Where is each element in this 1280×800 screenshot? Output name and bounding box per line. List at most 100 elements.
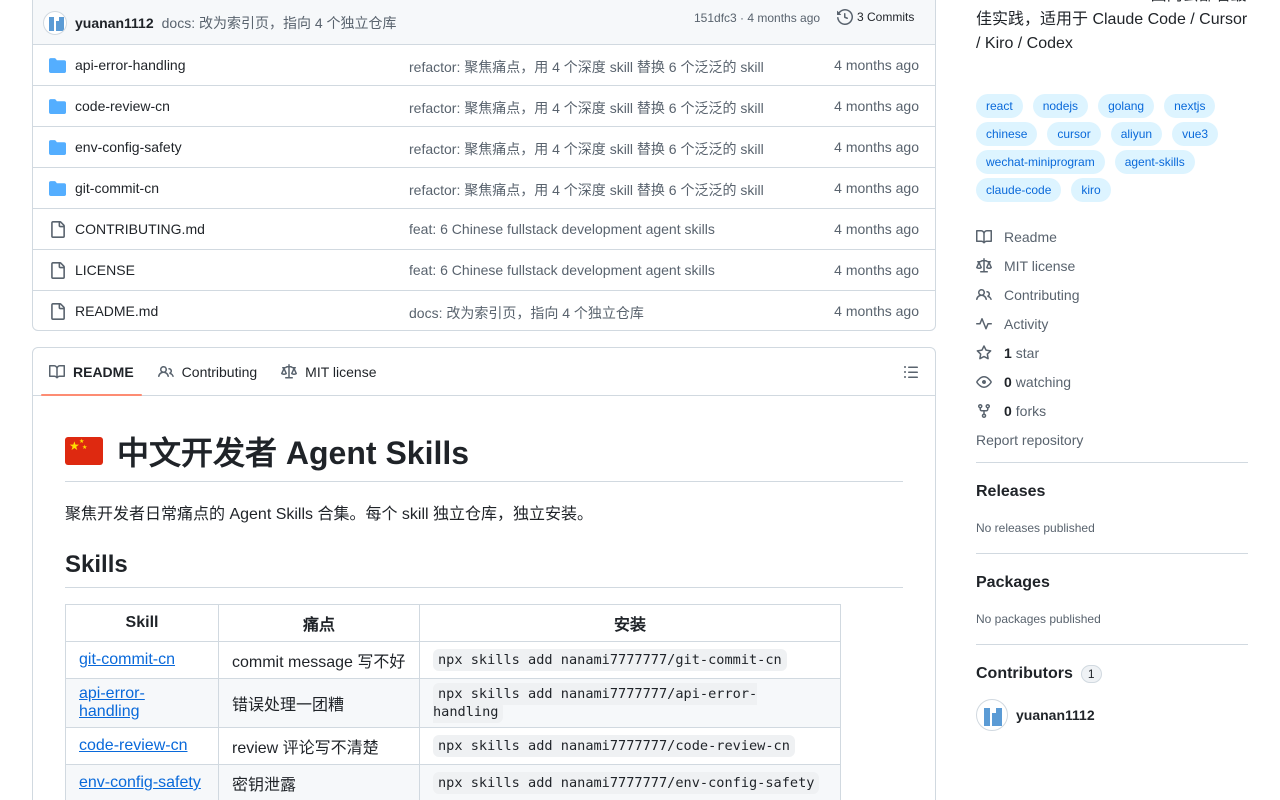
table-row: code-review-cn review 评论写不清楚 npx skills ad… [65, 727, 841, 765]
contributor-avatar[interactable] [976, 699, 1008, 731]
folder-icon [49, 139, 66, 156]
china-flag-icon: ★ ★ ★ [65, 437, 103, 465]
table-row: env-config-safety 密钥泄露 npx skills add nana… [65, 764, 841, 800]
skill-cell: api-error-handling [65, 678, 219, 728]
file-commit-message[interactable]: feat: 6 Chinese fullstack development ag… [409, 262, 715, 278]
tab-contributing[interactable]: Contributing [150, 348, 266, 395]
install-command[interactable]: npx skills add nanami7777777/api-error-h… [433, 683, 758, 723]
report-repository-link[interactable]: Report repository [976, 425, 1248, 454]
file-commit-message[interactable]: refactor: 聚焦痛点，用 4 个深度 skill 替换 6 个泛泛的 s… [409, 98, 764, 118]
file-commit-message[interactable]: docs: 改为索引页，指向 4 个独立仓库 [409, 303, 644, 323]
readme-title-text: 中文开发者 Agent Skills [117, 435, 470, 471]
book-icon [976, 229, 992, 245]
file-name[interactable]: LICENSE [75, 262, 135, 278]
law-icon [976, 257, 992, 274]
file-name[interactable]: env-config-safety [75, 139, 182, 155]
tab-readme-label: README [73, 363, 134, 380]
file-row[interactable]: api-error-handling refactor: 聚焦痛点，用 4 个深度… [33, 45, 935, 86]
topic-tag[interactable]: react [976, 94, 1023, 118]
commits-count-label: 3 Commits [857, 10, 915, 24]
file-commit-message[interactable]: feat: 6 Chinese fullstack development ag… [409, 221, 715, 237]
tab-readme[interactable]: README [41, 348, 142, 396]
folder-icon [49, 98, 66, 115]
star-icon [976, 344, 992, 361]
file-name[interactable]: README.md [75, 303, 158, 319]
install-cell: npx skills add nanami7777777/git-commit-… [419, 641, 841, 679]
commit-meta[interactable]: 151dfc3 · 4 months ago [694, 11, 820, 25]
topic-tag[interactable]: cursor [1047, 122, 1101, 146]
skill-cell: env-config-safety [65, 764, 219, 800]
folder-icon [49, 180, 66, 197]
stars-link[interactable]: 1 star [976, 338, 1248, 367]
topic-tag[interactable]: claude-code [976, 178, 1062, 202]
contributors-heading[interactable]: Contributors 1 [976, 665, 1248, 683]
stars-count: 1 [1004, 344, 1012, 361]
law-icon [281, 363, 298, 378]
skill-cell: code-review-cn [65, 727, 219, 765]
activity-link-label: Activity [1004, 315, 1049, 332]
file-row[interactable]: CONTRIBUTING.md feat: 6 Chinese fullstack… [33, 209, 935, 250]
file-commit-message[interactable]: refactor: 聚焦痛点，用 4 个深度 skill 替换 6 个泛泛的 s… [409, 57, 764, 77]
topic-tag[interactable]: kiro [1071, 178, 1111, 202]
topic-tag[interactable]: aliyun [1110, 122, 1163, 146]
contributor-name[interactable]: yuanan1112 [1016, 707, 1095, 723]
topic-tag[interactable]: chinese [976, 122, 1038, 146]
releases-section: Releases No releases published [976, 462, 1248, 553]
file-row[interactable]: git-commit-cn refactor: 聚焦痛点，用 4 个深度 skil… [33, 168, 935, 209]
file-row[interactable]: env-config-safety refactor: 聚焦痛点，用 4 个深度 … [33, 127, 935, 168]
skill-link[interactable]: env-config-safety [79, 774, 201, 791]
file-commit-time: 4 months ago [834, 221, 919, 237]
readme-content: ★ ★ ★ 中文开发者 Agent Skills 聚焦开发者日常痛点的 Agent … [33, 428, 935, 800]
topic-tag[interactable]: nextjs [1164, 94, 1216, 118]
install-command[interactable]: npx skills add nanami7777777/git-commit-… [433, 649, 787, 671]
license-link-label: MIT license [1004, 257, 1076, 274]
license-link[interactable]: MIT license [976, 251, 1248, 280]
contributing-link-label: Contributing [1004, 286, 1080, 303]
topic-tag[interactable]: wechat-miniprogram [976, 150, 1105, 174]
table-header-pain: 痛点 [218, 604, 420, 642]
file-commit-message[interactable]: refactor: 聚焦痛点，用 4 个深度 skill 替换 6 个泛泛的 s… [409, 180, 764, 200]
table-row: git-commit-cn commit message 写不好 npx skill… [65, 641, 841, 679]
contributor-item[interactable]: yuanan1112 [976, 699, 1248, 731]
topic-tag[interactable]: agent-skills [1114, 150, 1195, 174]
file-commit-time: 4 months ago [834, 98, 919, 114]
install-command[interactable]: npx skills add nanami7777777/code-review… [433, 735, 795, 757]
skills-table: Skill 痛点 安装 git-commit-cn commit message … [65, 604, 841, 800]
file-name[interactable]: git-commit-cn [75, 180, 159, 196]
file-commit-time: 4 months ago [834, 139, 919, 155]
packages-heading[interactable]: Packages [976, 574, 1248, 592]
skill-link[interactable]: git-commit-cn [79, 651, 175, 668]
skill-link[interactable]: code-review-cn [79, 737, 187, 754]
commits-link[interactable]: 3 Commits [837, 9, 914, 25]
commit-author[interactable]: yuanan1112 [75, 15, 154, 31]
readme-title: ★ ★ ★ 中文开发者 Agent Skills [65, 428, 903, 482]
tab-license[interactable]: MIT license [273, 348, 384, 395]
pain-cell: 密钥泄露 [218, 764, 420, 800]
file-name[interactable]: CONTRIBUTING.md [75, 221, 205, 237]
activity-link[interactable]: Activity [976, 309, 1248, 338]
install-command[interactable]: npx skills add nanami7777777/env-config-… [433, 772, 820, 794]
install-cell: npx skills add nanami7777777/code-review… [419, 727, 841, 765]
topic-tag[interactable]: nodejs [1032, 94, 1089, 118]
file-commit-time: 4 months ago [834, 303, 919, 319]
author-avatar[interactable] [43, 10, 67, 35]
watchers-link[interactable]: 0 watching [976, 367, 1248, 396]
file-commit-message[interactable]: refactor: 聚焦痛点，用 4 个深度 skill 替换 6 个泛泛的 s… [409, 139, 764, 159]
readme-link[interactable]: Readme [976, 222, 1248, 251]
contributing-link[interactable]: Contributing [976, 280, 1248, 309]
commit-message[interactable]: docs: 改为索引页，指向 4 个独立仓库 [162, 13, 397, 33]
topic-tag[interactable]: vue3 [1172, 122, 1219, 146]
watching-count: 0 [1004, 373, 1012, 390]
file-row[interactable]: code-review-cn refactor: 聚焦痛点，用 4 个深度 ski… [33, 86, 935, 127]
outline-list-icon[interactable] [903, 364, 919, 380]
topic-tag[interactable]: golang [1098, 94, 1155, 118]
file-name[interactable]: api-error-handling [75, 57, 186, 73]
forks-link[interactable]: 0 forks [976, 396, 1248, 425]
file-commit-time: 4 months ago [834, 57, 919, 73]
file-row[interactable]: README.md docs: 改为索引页，指向 4 个独立仓库 4 months … [33, 291, 935, 330]
skill-link[interactable]: api-error-handling [79, 685, 145, 720]
releases-heading[interactable]: Releases [976, 483, 1248, 501]
file-name[interactable]: code-review-cn [75, 98, 170, 114]
pain-cell: review 评论写不清楚 [218, 727, 420, 765]
file-row[interactable]: LICENSE feat: 6 Chinese fullstack develop… [33, 250, 935, 291]
